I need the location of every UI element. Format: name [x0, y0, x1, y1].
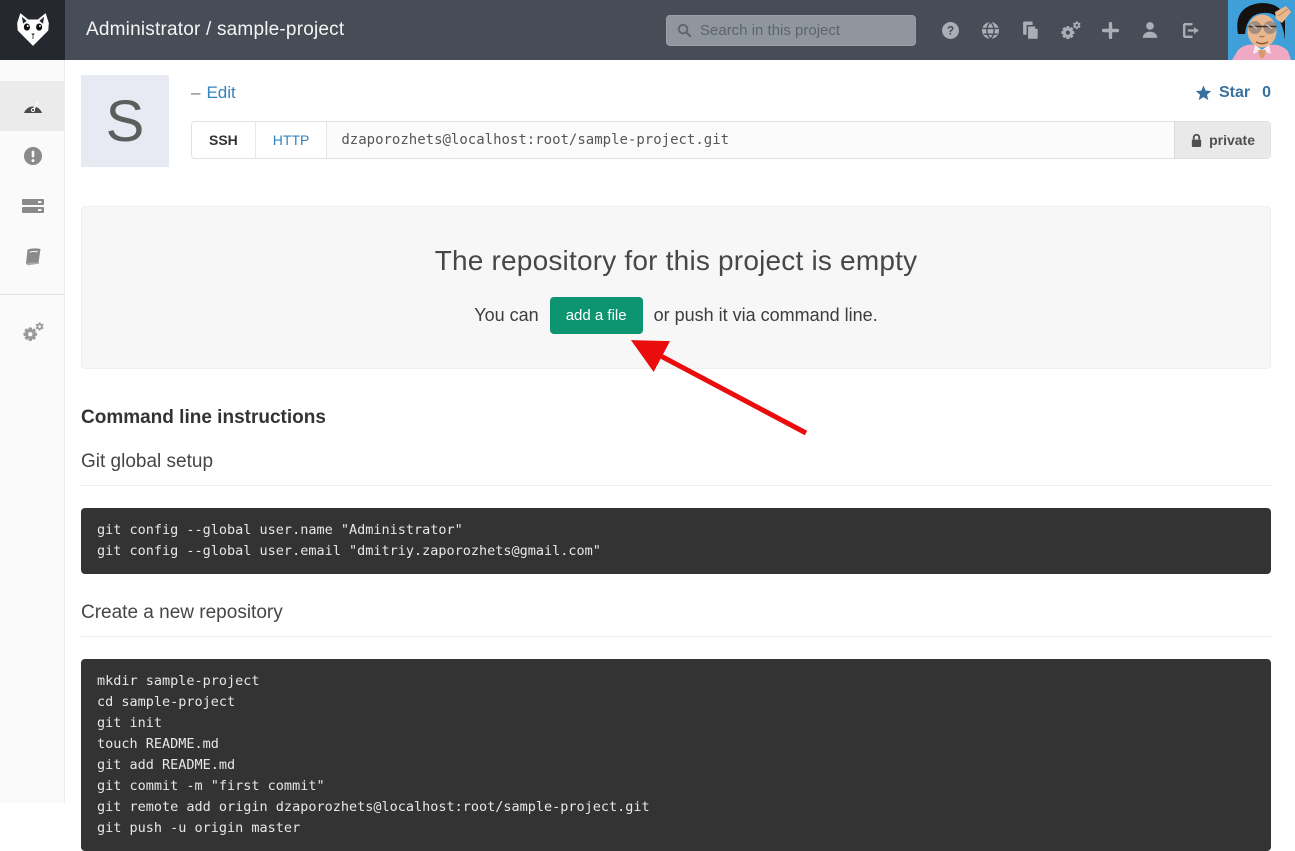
globe-icon[interactable]	[970, 10, 1010, 50]
top-navbar: Administrator / sample-project ?	[0, 0, 1295, 60]
sidebar-item-wiki[interactable]	[0, 231, 65, 281]
sidebar-item-dashboard[interactable]	[0, 81, 65, 131]
visibility-badge: private	[1174, 122, 1270, 158]
project-edit-row: – Edit	[191, 80, 1271, 106]
book-icon	[23, 247, 43, 266]
empty-repository-panel: The repository for this project is empty…	[81, 206, 1271, 369]
hint-suffix-text: or push it via command line.	[654, 305, 878, 326]
empty-repository-hint: You can add a file or push it via comman…	[82, 297, 1270, 334]
edit-link[interactable]: Edit	[206, 83, 235, 103]
visibility-label: private	[1209, 132, 1255, 148]
profile-icon[interactable]	[1130, 10, 1170, 50]
star-label: Star	[1219, 84, 1250, 102]
star-count: 0	[1262, 84, 1271, 102]
exclamation-circle-icon	[23, 146, 43, 166]
svg-text:?: ?	[946, 24, 953, 37]
gitlab-tanuki-icon	[14, 13, 52, 47]
http-protocol-button[interactable]: HTTP	[256, 122, 328, 158]
star-icon	[1195, 85, 1212, 101]
snippets-icon[interactable]	[1010, 10, 1050, 50]
ssh-protocol-button[interactable]: SSH	[192, 122, 256, 158]
sidebar-item-merge-requests[interactable]	[0, 181, 65, 231]
compact-sidebar	[0, 60, 65, 803]
help-icon[interactable]: ?	[930, 10, 970, 50]
git-global-setup-heading: Git global setup	[81, 451, 1271, 486]
search-input[interactable]	[700, 22, 905, 39]
edit-dash: –	[191, 83, 200, 103]
search-box[interactable]	[666, 15, 916, 46]
project-breadcrumb-title: Administrator / sample-project	[86, 19, 344, 41]
project-avatar[interactable]: S	[81, 75, 169, 167]
clone-url-input[interactable]	[327, 122, 1174, 158]
list-bars-icon	[22, 198, 44, 215]
user-avatar[interactable]	[1228, 0, 1295, 60]
gears-icon	[22, 322, 44, 342]
plus-icon[interactable]	[1090, 10, 1130, 50]
hint-prefix-text: You can	[474, 305, 538, 326]
create-new-repository-heading: Create a new repository	[81, 602, 1271, 637]
main-content: S – Edit SSH HTTP private	[65, 60, 1295, 803]
gauge-icon	[22, 96, 44, 116]
empty-repository-title: The repository for this project is empty	[82, 245, 1270, 277]
git-global-setup-code: git config --global user.name "Administr…	[81, 508, 1271, 574]
star-button[interactable]: Star 0	[1195, 84, 1271, 102]
admin-gears-icon[interactable]	[1050, 10, 1090, 50]
add-a-file-button[interactable]: add a file	[550, 297, 643, 334]
search-icon	[677, 23, 692, 38]
sidebar-item-settings[interactable]	[0, 307, 65, 357]
create-new-repository-code: mkdir sample-project cd sample-project g…	[81, 659, 1271, 851]
command-line-instructions-heading: Command line instructions	[81, 407, 1271, 429]
project-header: S – Edit SSH HTTP private	[81, 75, 1271, 167]
gitlab-logo[interactable]	[0, 0, 65, 60]
topbar-icon-group: ?	[930, 10, 1210, 50]
sidebar-item-issues[interactable]	[0, 131, 65, 181]
sign-out-icon[interactable]	[1170, 10, 1210, 50]
lock-icon	[1190, 133, 1203, 148]
sidebar-divider	[0, 294, 64, 295]
clone-url-bar: SSH HTTP private	[191, 121, 1271, 159]
